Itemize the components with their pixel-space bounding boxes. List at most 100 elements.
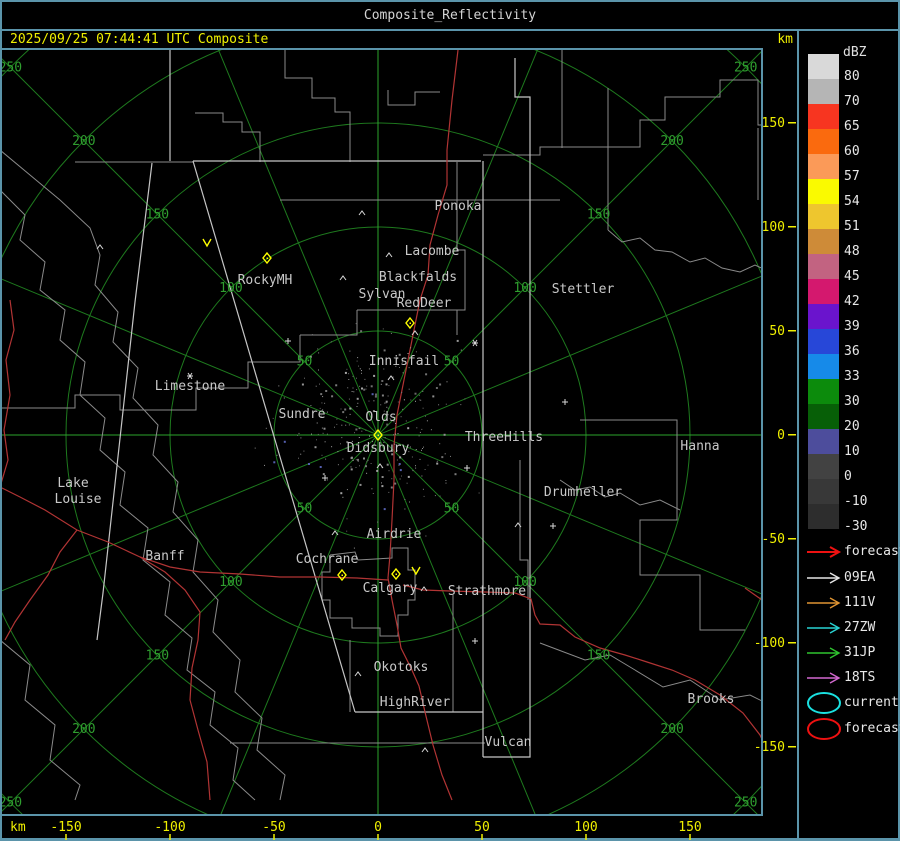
- city-label-innisfail: Innisfail: [369, 354, 439, 369]
- legend-label-forecast: forecast: [844, 544, 900, 559]
- legend-arrow-18ts[interactable]: [805, 670, 843, 686]
- dbz-swatch--10[interactable]: [808, 479, 839, 504]
- city-label-airdrie: Airdrie: [367, 527, 422, 542]
- range-ring-label: 150: [146, 207, 169, 222]
- range-ring-label: 100: [513, 281, 536, 296]
- dbz-swatch-54[interactable]: [808, 179, 839, 204]
- city-label-ponoka: Ponoka: [435, 199, 482, 214]
- dbz-swatch-label: 48: [844, 244, 860, 259]
- dbz-swatch-label: -30: [844, 519, 868, 534]
- range-ring-label: 200: [660, 722, 683, 737]
- legend-label-current-ellipse: current: [844, 695, 899, 710]
- city-label-louise: Louise: [55, 492, 102, 507]
- dbz-swatch-51[interactable]: [808, 204, 839, 229]
- plus-marker: [550, 523, 556, 529]
- bottom-axis-tick-label: -100: [154, 820, 185, 835]
- dbz-swatch-label: 39: [844, 319, 860, 334]
- dbz-swatch-label: 57: [844, 169, 860, 184]
- dbz-swatch-45[interactable]: [808, 254, 839, 279]
- range-ring-label: 50: [297, 354, 313, 369]
- dbz-swatch-60[interactable]: [808, 129, 839, 154]
- radar-map-display[interactable]: PonokaLacombeBlackfaldsSylvanRedDeerInni…: [0, 0, 797, 841]
- city-label-calgary: Calgary: [363, 581, 418, 596]
- color-scale-title: dBZ: [843, 45, 867, 60]
- city-label-banff: Banff: [145, 549, 184, 564]
- legend-arrow-forecast[interactable]: [805, 544, 843, 560]
- city-label-threehills: ThreeHills: [465, 430, 543, 445]
- dbz-swatch-label: 45: [844, 269, 860, 284]
- legend-label-18ts: 18TS: [844, 670, 876, 685]
- dbz-swatch-36[interactable]: [808, 329, 839, 354]
- dbz-swatch-label: 33: [844, 369, 860, 384]
- range-ring-label: 200: [72, 134, 95, 149]
- dbz-swatch-10[interactable]: [808, 429, 839, 454]
- city-label-sundre: Sundre: [279, 407, 326, 422]
- right-axis-tick-label: 100: [762, 220, 785, 235]
- city-label-reddeer: RedDeer: [397, 296, 452, 311]
- color-scale-panel: dBZ 80 70 65 60 57 54 51 48 45 42 39 36 33 30 20 10 0 -10…: [799, 31, 900, 838]
- dbz-swatch-20[interactable]: [808, 404, 839, 429]
- range-ring-label: 250: [0, 796, 22, 811]
- bottom-axis-tick-label: -50: [262, 820, 285, 835]
- legend-ellipse-forecast[interactable]: [805, 716, 845, 742]
- city-label-cochrane: Cochrane: [296, 552, 359, 567]
- radar-application-window: Composite_Reflectivity 2025/09/25 07:44:…: [0, 0, 900, 841]
- legend-arrow-111v[interactable]: [805, 595, 843, 611]
- dbz-swatch-70[interactable]: [808, 79, 839, 104]
- dbz-swatch-48[interactable]: [808, 229, 839, 254]
- range-ring-label: 50: [444, 354, 460, 369]
- dbz-swatch-42[interactable]: [808, 279, 839, 304]
- legend-label-forecast-ellipse: forecast: [844, 721, 900, 736]
- caret-marker: [331, 530, 339, 536]
- caret-marker: [96, 244, 104, 250]
- bottom-axis-tick-label: 100: [574, 820, 597, 835]
- caret-marker: [385, 252, 393, 258]
- dbz-swatch-39[interactable]: [808, 304, 839, 329]
- city-label-vulcan: Vulcan: [485, 735, 532, 750]
- plus-marker: [562, 399, 568, 405]
- dbz-swatch-label: 30: [844, 394, 860, 409]
- legend-arrow-31jp[interactable]: [805, 645, 843, 661]
- radar-plot-area[interactable]: PonokaLacombeBlackfaldsSylvanRedDeerInni…: [0, 0, 797, 841]
- city-label-lake: Lake: [57, 476, 88, 491]
- city-label-rockymh: RockyMH: [238, 273, 293, 288]
- city-label-lacombe: Lacombe: [405, 244, 460, 259]
- plus-marker: [464, 465, 470, 471]
- legend-arrow-27zw[interactable]: [805, 620, 843, 636]
- range-ring-label: 250: [734, 60, 757, 75]
- range-ring-label: 250: [0, 60, 22, 75]
- legend-label-09ea: 09EA: [844, 570, 876, 585]
- bottom-axis-tick-label: 150: [678, 820, 701, 835]
- dbz-swatch--30[interactable]: [808, 504, 839, 529]
- dbz-swatch-0[interactable]: [808, 454, 839, 479]
- dbz-swatch-30[interactable]: [808, 379, 839, 404]
- legend-label-31jp: 31JP: [844, 645, 876, 660]
- legend-ellipse-current[interactable]: [805, 690, 845, 716]
- city-label-highriver: HighRiver: [380, 695, 451, 710]
- city-label-okotoks: Okotoks: [374, 660, 429, 675]
- range-ring-label: 100: [219, 281, 242, 296]
- range-ring-label: 100: [513, 575, 536, 590]
- caret-marker: [411, 330, 419, 336]
- right-axis-tick-label: -50: [762, 532, 785, 547]
- city-label-hanna: Hanna: [680, 439, 719, 454]
- city-label-stettler: Stettler: [552, 282, 615, 297]
- dbz-swatch-label: 20: [844, 419, 860, 434]
- range-ring-label: 200: [72, 722, 95, 737]
- range-ring-label: 200: [660, 134, 683, 149]
- range-ring-label: 100: [219, 575, 242, 590]
- city-label-drumheller: Drumheller: [544, 485, 622, 500]
- dbz-swatch-label: -10: [844, 494, 868, 509]
- legend-arrow-09ea[interactable]: [805, 570, 843, 586]
- dbz-swatch-65[interactable]: [808, 104, 839, 129]
- dbz-swatch-57[interactable]: [808, 154, 839, 179]
- dbz-swatch-label: 80: [844, 69, 860, 84]
- range-ring-label: 150: [587, 649, 610, 664]
- right-axis-tick-label: -100: [754, 636, 785, 651]
- dbz-swatch-label: 65: [844, 119, 860, 134]
- asterisk-marker: [472, 339, 478, 347]
- motion-vector-icon: [202, 238, 212, 248]
- dbz-swatch-33[interactable]: [808, 354, 839, 379]
- motion-vector-icon: [411, 566, 421, 576]
- dbz-swatch-80[interactable]: [808, 54, 839, 79]
